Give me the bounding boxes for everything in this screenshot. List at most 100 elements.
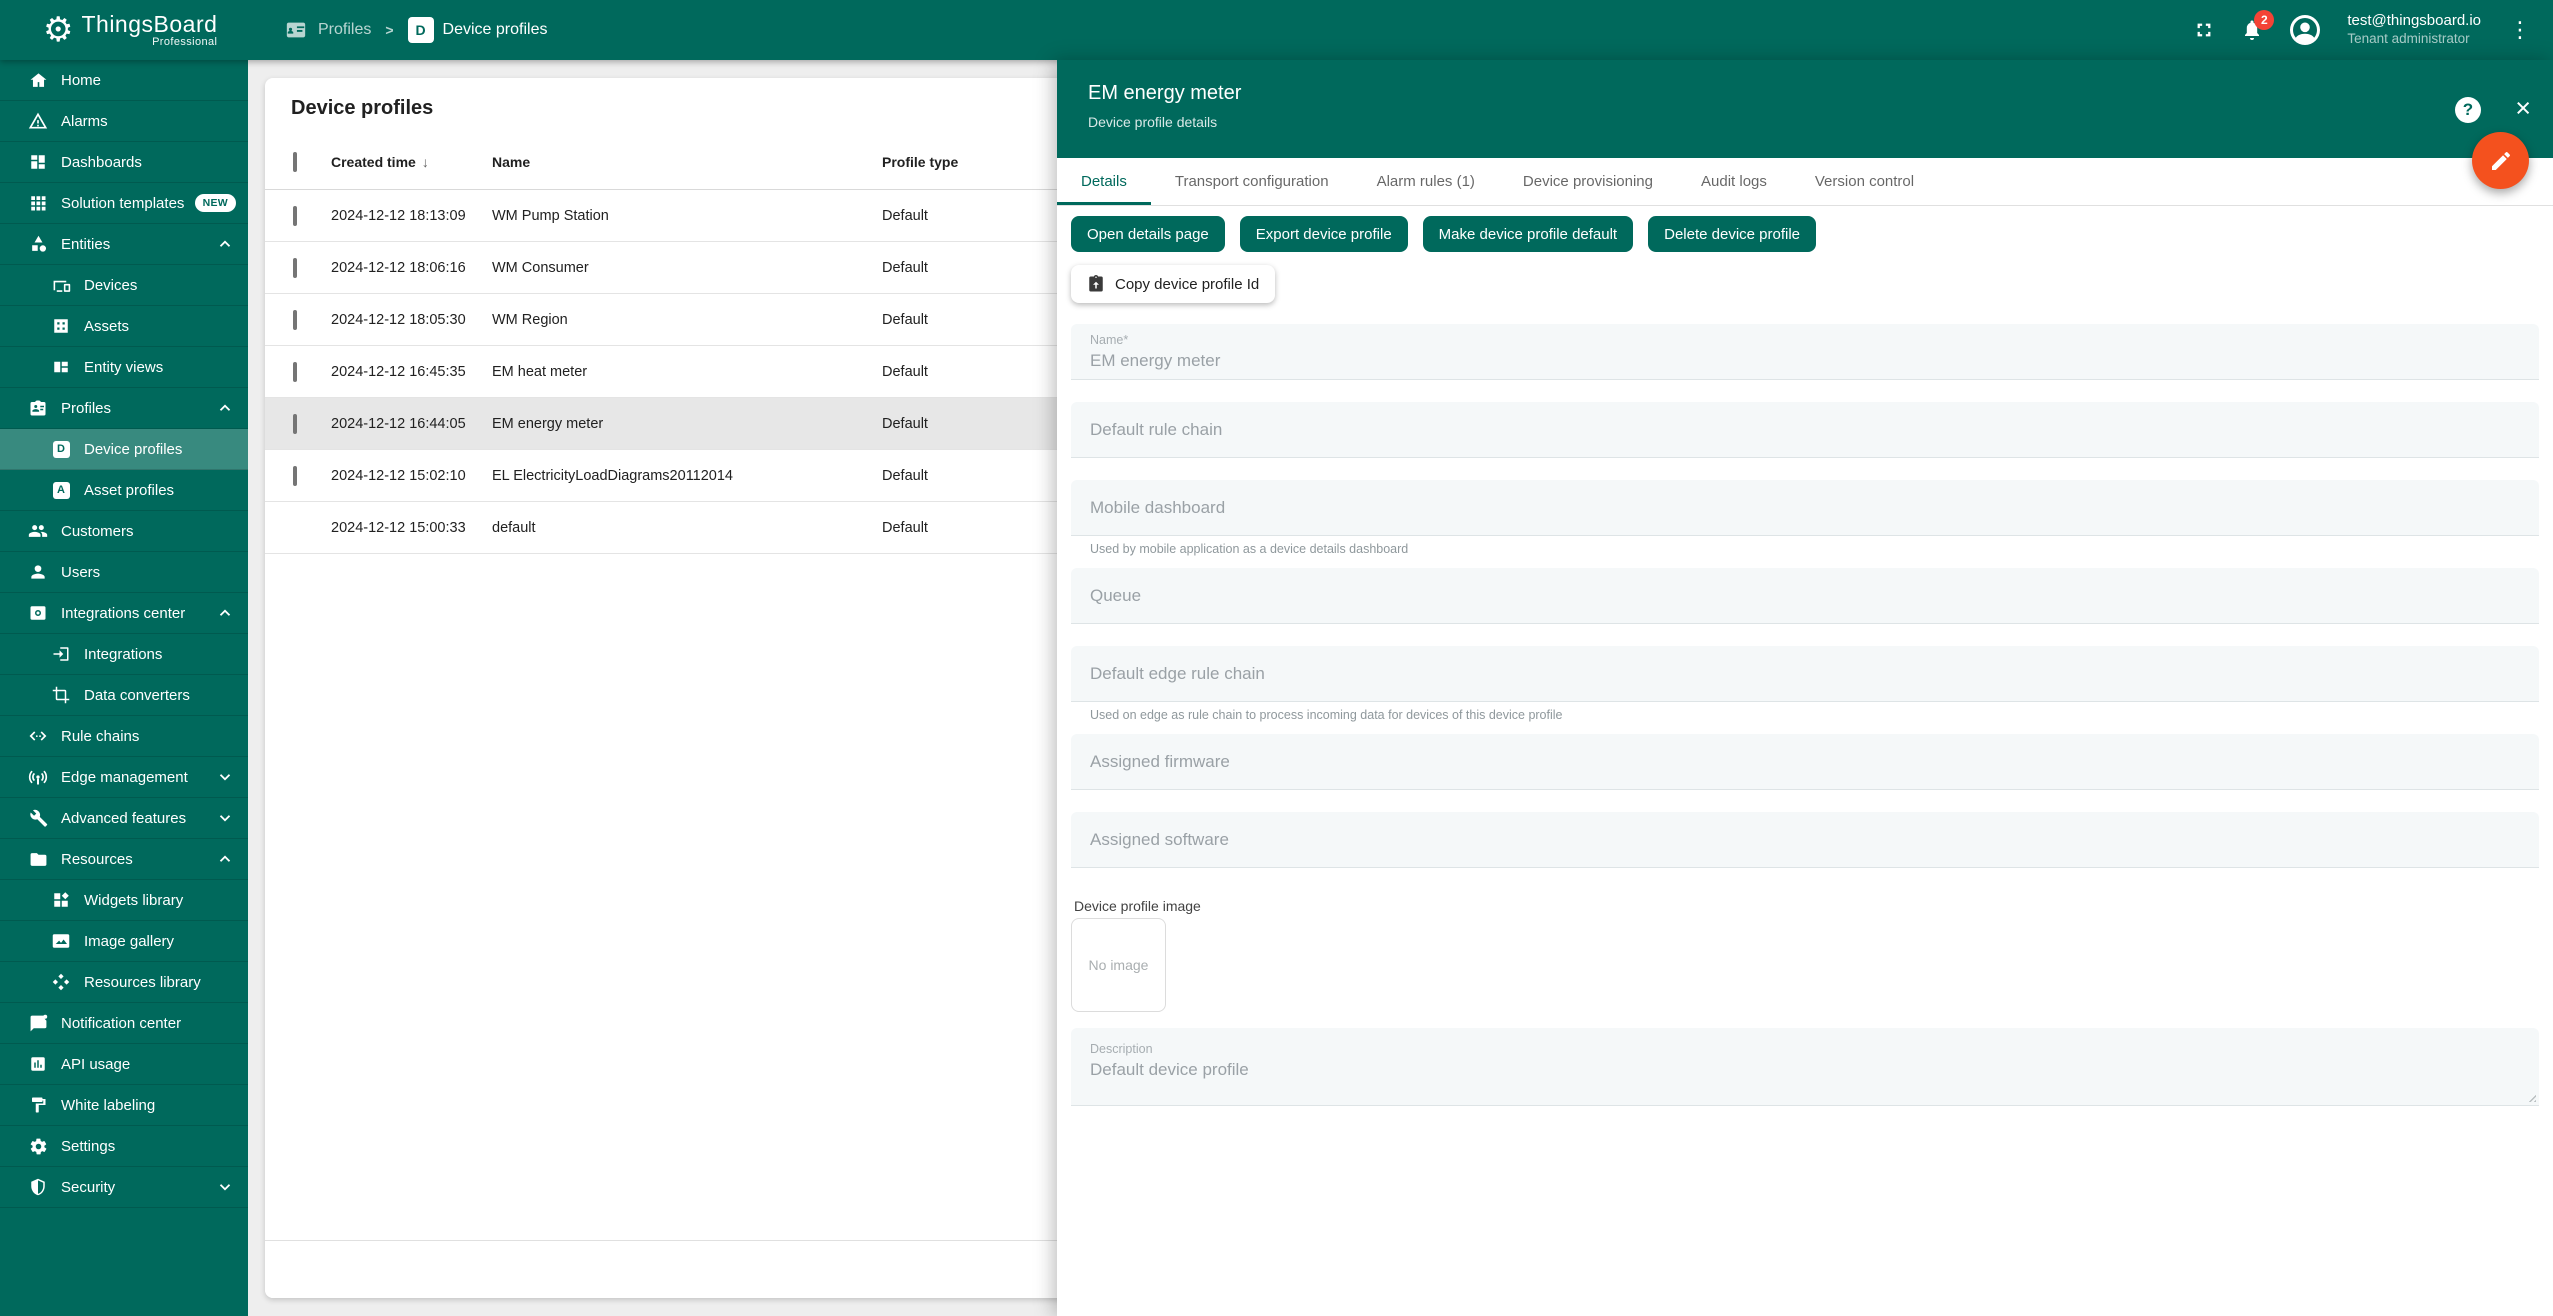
sidebar-item-label: Notification center	[61, 1015, 181, 1032]
tab-device-provisioning[interactable]: Device provisioning	[1499, 158, 1677, 205]
row-checkbox[interactable]	[293, 310, 297, 330]
sidebar-item-entities[interactable]: Entities	[0, 224, 248, 265]
entities-icon	[28, 234, 48, 254]
sidebar-item-integrations[interactable]: Integrations	[0, 634, 248, 675]
app-logo[interactable]: ⚙ ThingsBoard Professional	[0, 12, 248, 48]
column-header-created-time[interactable]: Created time↓	[331, 154, 492, 170]
cell-created-time: 2024-12-12 18:06:16	[331, 260, 492, 276]
tab-alarm-rules-1-[interactable]: Alarm rules (1)	[1353, 158, 1499, 205]
sidebar-item-label: Solution templates	[61, 195, 184, 212]
sidebar-item-label: Resources	[61, 851, 133, 868]
cell-name: EM energy meter	[492, 416, 882, 432]
notifications-bell-icon[interactable]: 2	[2239, 17, 2265, 43]
sidebar-item-white-labeling[interactable]: White labeling	[0, 1085, 248, 1126]
sidebar-item-home[interactable]: Home	[0, 60, 248, 101]
sidebar-item-rule-chains[interactable]: Rule chains	[0, 716, 248, 757]
sidebar-item-widgets-library[interactable]: Widgets library	[0, 880, 248, 921]
description-value: Default device profile	[1090, 1059, 2520, 1081]
sidebar-item-label: Profiles	[61, 400, 111, 417]
sidebar-item-advanced-features[interactable]: Advanced features	[0, 798, 248, 839]
more-menu-icon[interactable]: ⋮	[2503, 17, 2537, 43]
sidebar-item-solution-templates[interactable]: Solution templatesNEW	[0, 183, 248, 224]
make-device-profile-default-button[interactable]: Make device profile default	[1423, 216, 1633, 252]
sidebar-item-label: Users	[61, 564, 100, 581]
sidebar-item-profiles[interactable]: Profiles	[0, 388, 248, 429]
close-icon[interactable]: ×	[2515, 93, 2531, 123]
assigned-software-field[interactable]: Assigned software	[1071, 812, 2539, 868]
default-rule-chain-field[interactable]: Default rule chain	[1071, 402, 2539, 458]
tab-version-control[interactable]: Version control	[1791, 158, 1938, 205]
sidebar-item-assets[interactable]: Assets	[0, 306, 248, 347]
user-email: test@thingsboard.io	[2347, 12, 2481, 30]
breadcrumb-device-profiles[interactable]: D Device profiles	[408, 17, 548, 43]
top-bar: ⚙ ThingsBoard Professional Profiles > D …	[0, 0, 2553, 60]
avatar[interactable]	[2287, 12, 2323, 48]
sidebar-item-image-gallery[interactable]: Image gallery	[0, 921, 248, 962]
mobile-dashboard-field[interactable]: Mobile dashboard	[1071, 480, 2539, 536]
device-profile-image-dropzone[interactable]: No image	[1071, 918, 1166, 1012]
advanced-features-icon	[28, 808, 48, 828]
integrations-icon	[51, 644, 71, 664]
sidebar-item-users[interactable]: Users	[0, 552, 248, 593]
delete-device-profile-button[interactable]: Delete device profile	[1648, 216, 1816, 252]
default-edge-rule-chain-field[interactable]: Default edge rule chain	[1071, 646, 2539, 702]
sidebar-item-device-profiles[interactable]: DDevice profiles	[0, 429, 248, 470]
edge-management-icon	[28, 767, 48, 787]
sidebar-item-label: API usage	[61, 1056, 130, 1073]
description-field[interactable]: Description Default device profile	[1071, 1028, 2539, 1106]
row-checkbox[interactable]	[293, 206, 297, 226]
help-icon[interactable]: ?	[2455, 97, 2481, 123]
copy-device-profile-id-button[interactable]: Copy device profile Id	[1071, 265, 1275, 303]
export-device-profile-button[interactable]: Export device profile	[1240, 216, 1408, 252]
sidebar-item-label: Entities	[61, 236, 110, 253]
sidebar-item-label: Widgets library	[84, 892, 183, 909]
column-header-name[interactable]: Name	[492, 154, 882, 170]
sidebar-item-asset-profiles[interactable]: AAsset profiles	[0, 470, 248, 511]
sidebar-item-label: Data converters	[84, 687, 190, 704]
breadcrumb-profiles[interactable]: Profiles	[283, 17, 371, 43]
sidebar-item-edge-management[interactable]: Edge management	[0, 757, 248, 798]
open-details-page-button[interactable]: Open details page	[1071, 216, 1225, 252]
assigned-firmware-field[interactable]: Assigned firmware	[1071, 734, 2539, 790]
sidebar-item-devices[interactable]: Devices	[0, 265, 248, 306]
security-icon	[28, 1177, 48, 1197]
chevron-up-icon	[216, 604, 234, 622]
queue-field[interactable]: Queue	[1071, 568, 2539, 624]
sidebar-item-settings[interactable]: Settings	[0, 1126, 248, 1167]
sidebar-item-label: Dashboards	[61, 154, 142, 171]
sidebar-item-label: Edge management	[61, 769, 188, 786]
edit-fab-button[interactable]	[2472, 132, 2529, 189]
sidebar-item-label: Alarms	[61, 113, 108, 130]
sidebar-item-integrations-center[interactable]: Integrations center	[0, 593, 248, 634]
api-usage-icon	[28, 1054, 48, 1074]
chevron-down-icon	[216, 1178, 234, 1196]
row-checkbox[interactable]	[293, 362, 297, 382]
assets-icon	[51, 316, 71, 336]
sidebar-item-resources[interactable]: Resources	[0, 839, 248, 880]
sidebar-item-notification-center[interactable]: Notification center	[0, 1003, 248, 1044]
sidebar-item-data-converters[interactable]: Data converters	[0, 675, 248, 716]
tab-details[interactable]: Details	[1057, 158, 1151, 205]
sidebar-item-security[interactable]: Security	[0, 1167, 248, 1208]
device-profile-image-label: Device profile image	[1071, 898, 2539, 914]
tab-audit-logs[interactable]: Audit logs	[1677, 158, 1791, 205]
image-gallery-icon	[51, 931, 71, 951]
sidebar-item-api-usage[interactable]: API usage	[0, 1044, 248, 1085]
fullscreen-icon[interactable]	[2191, 17, 2217, 43]
user-info[interactable]: test@thingsboard.io Tenant administrator	[2347, 12, 2481, 48]
solution-templates-icon	[28, 193, 48, 213]
sidebar-item-alarms[interactable]: Alarms	[0, 101, 248, 142]
field-hint: Used on edge as rule chain to process in…	[1071, 707, 2539, 723]
sidebar-item-dashboards[interactable]: Dashboards	[0, 142, 248, 183]
sidebar-item-customers[interactable]: Customers	[0, 511, 248, 552]
sidebar-item-entity-views[interactable]: Entity views	[0, 347, 248, 388]
sidebar-item-label: Security	[61, 1179, 115, 1196]
cell-created-time: 2024-12-12 15:00:33	[331, 520, 492, 536]
select-all-checkbox[interactable]	[293, 152, 297, 172]
name-field[interactable]: Name* EM energy meter	[1071, 324, 2539, 380]
row-checkbox[interactable]	[293, 258, 297, 278]
tab-transport-configuration[interactable]: Transport configuration	[1151, 158, 1353, 205]
row-checkbox[interactable]	[293, 414, 297, 434]
row-checkbox[interactable]	[293, 466, 297, 486]
sidebar-item-resources-library[interactable]: Resources library	[0, 962, 248, 1003]
